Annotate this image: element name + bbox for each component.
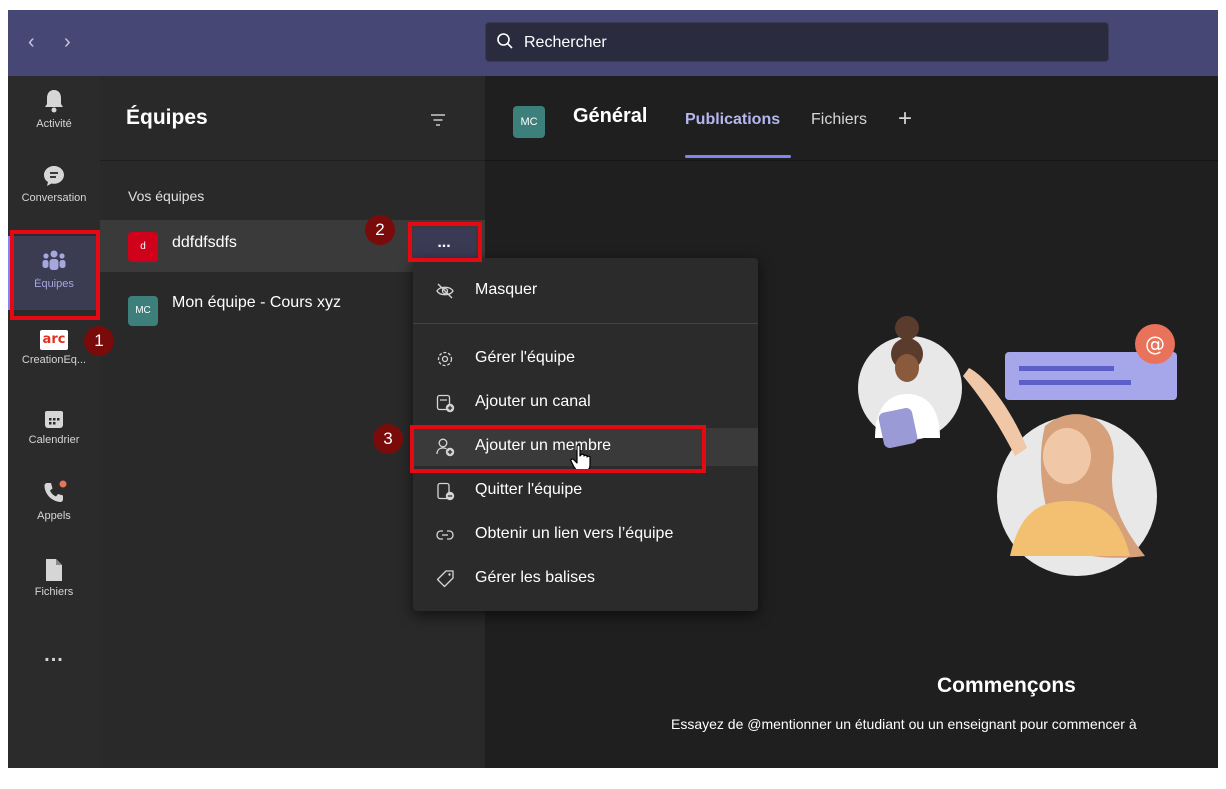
team-context-menu: Masquer Gérer l'équipe Ajouter un canal …	[413, 258, 758, 611]
arc-app-icon: arc	[40, 330, 68, 350]
menu-item-label: Gérer l'équipe	[475, 349, 575, 366]
tab-fichiers[interactable]: Fichiers	[811, 111, 867, 129]
tab-publications[interactable]: Publications	[685, 111, 780, 129]
add-channel-icon	[435, 393, 455, 418]
menu-item-obtenir-lien[interactable]: Obtenir un lien vers l’équipe	[413, 516, 758, 554]
team-name: ddfdfsdfs	[172, 234, 237, 251]
active-tab-indicator	[685, 155, 791, 158]
menu-item-label: Quitter l'équipe	[475, 481, 583, 498]
rail-item-calendrier[interactable]: Calendrier	[8, 408, 100, 478]
menu-item-label: Ajouter un canal	[475, 393, 591, 410]
menu-separator	[413, 323, 758, 324]
menu-item-masquer[interactable]: Masquer	[413, 272, 758, 310]
search-box[interactable]	[485, 22, 1109, 63]
teams-icon	[42, 250, 66, 270]
menu-item-label: Obtenir un lien vers l’équipe	[475, 525, 674, 542]
hand-cursor-icon	[570, 444, 591, 473]
menu-item-gerer-balises[interactable]: Gérer les balises	[413, 560, 758, 598]
settings-icon	[435, 349, 455, 374]
arc-app-icon-text: arc	[42, 332, 66, 347]
bell-icon	[45, 90, 63, 113]
hide-icon	[435, 281, 455, 306]
leave-team-icon	[435, 481, 455, 506]
panel-title: Équipes	[126, 106, 208, 129]
filter-icon[interactable]	[430, 113, 446, 131]
welcome-illustration: @	[858, 316, 1177, 576]
rail-item-more-apps[interactable]: ...	[8, 644, 100, 684]
rail-label: CreationEq...	[21, 354, 87, 366]
search-input[interactable]	[522, 23, 1086, 63]
search-icon	[496, 32, 514, 55]
teams-window: ‹ › Activité Conversation Équipes arc Cr…	[8, 10, 1218, 768]
welcome-text: Essayez de @mentionner un étudiant ou un…	[671, 716, 1137, 732]
forward-arrow-icon[interactable]: ›	[64, 30, 71, 54]
link-icon	[435, 525, 455, 550]
calendar-icon	[45, 411, 63, 428]
phone-icon	[44, 480, 67, 502]
rail-label: Appels	[37, 510, 71, 522]
svg-text:@: @	[1145, 332, 1165, 356]
rail-item-creationeq[interactable]: arc CreationEq...	[8, 326, 100, 396]
notification-dot	[59, 480, 67, 488]
chat-icon	[44, 166, 64, 186]
rail-label: Équipes	[34, 278, 74, 290]
channel-avatar: MC	[513, 106, 545, 138]
divider	[485, 160, 1218, 161]
rail-label: Conversation	[21, 192, 87, 204]
rail-item-appels[interactable]: Appels	[8, 480, 100, 550]
rail-item-fichiers[interactable]: Fichiers	[8, 558, 100, 628]
rail-item-activite[interactable]: Activité	[8, 88, 100, 158]
section-label: Vos équipes	[128, 188, 205, 204]
rail-item-equipes[interactable]: Équipes	[8, 236, 100, 310]
add-member-icon	[435, 437, 455, 462]
rail-label: Calendrier	[28, 434, 80, 446]
more-apps-icon: ...	[44, 644, 64, 666]
file-icon	[46, 559, 62, 581]
menu-item-quitter-equipe[interactable]: Quitter l'équipe	[413, 472, 758, 510]
tag-icon	[435, 569, 455, 594]
team-name: Mon équipe - Cours xyz	[172, 294, 341, 311]
add-tab-button[interactable]: +	[898, 105, 912, 133]
welcome-title: Commençons	[937, 674, 1076, 697]
title-bar: ‹ ›	[8, 10, 1218, 76]
menu-item-label: Masquer	[475, 281, 538, 298]
menu-item-gerer-equipe[interactable]: Gérer l'équipe	[413, 340, 758, 378]
rail-label: Fichiers	[34, 586, 74, 598]
divider	[100, 160, 485, 161]
channel-name: Général	[573, 105, 648, 127]
rail-item-conversation[interactable]: Conversation	[8, 164, 100, 234]
menu-item-label: Gérer les balises	[475, 569, 596, 586]
rail-label: Activité	[36, 118, 72, 130]
menu-item-ajouter-canal[interactable]: Ajouter un canal	[413, 384, 758, 422]
back-arrow-icon[interactable]: ‹	[28, 30, 35, 54]
app-rail: Activité Conversation Équipes arc Creati…	[8, 76, 100, 768]
team-avatar: d	[128, 232, 158, 262]
team-avatar: MC	[128, 296, 158, 326]
